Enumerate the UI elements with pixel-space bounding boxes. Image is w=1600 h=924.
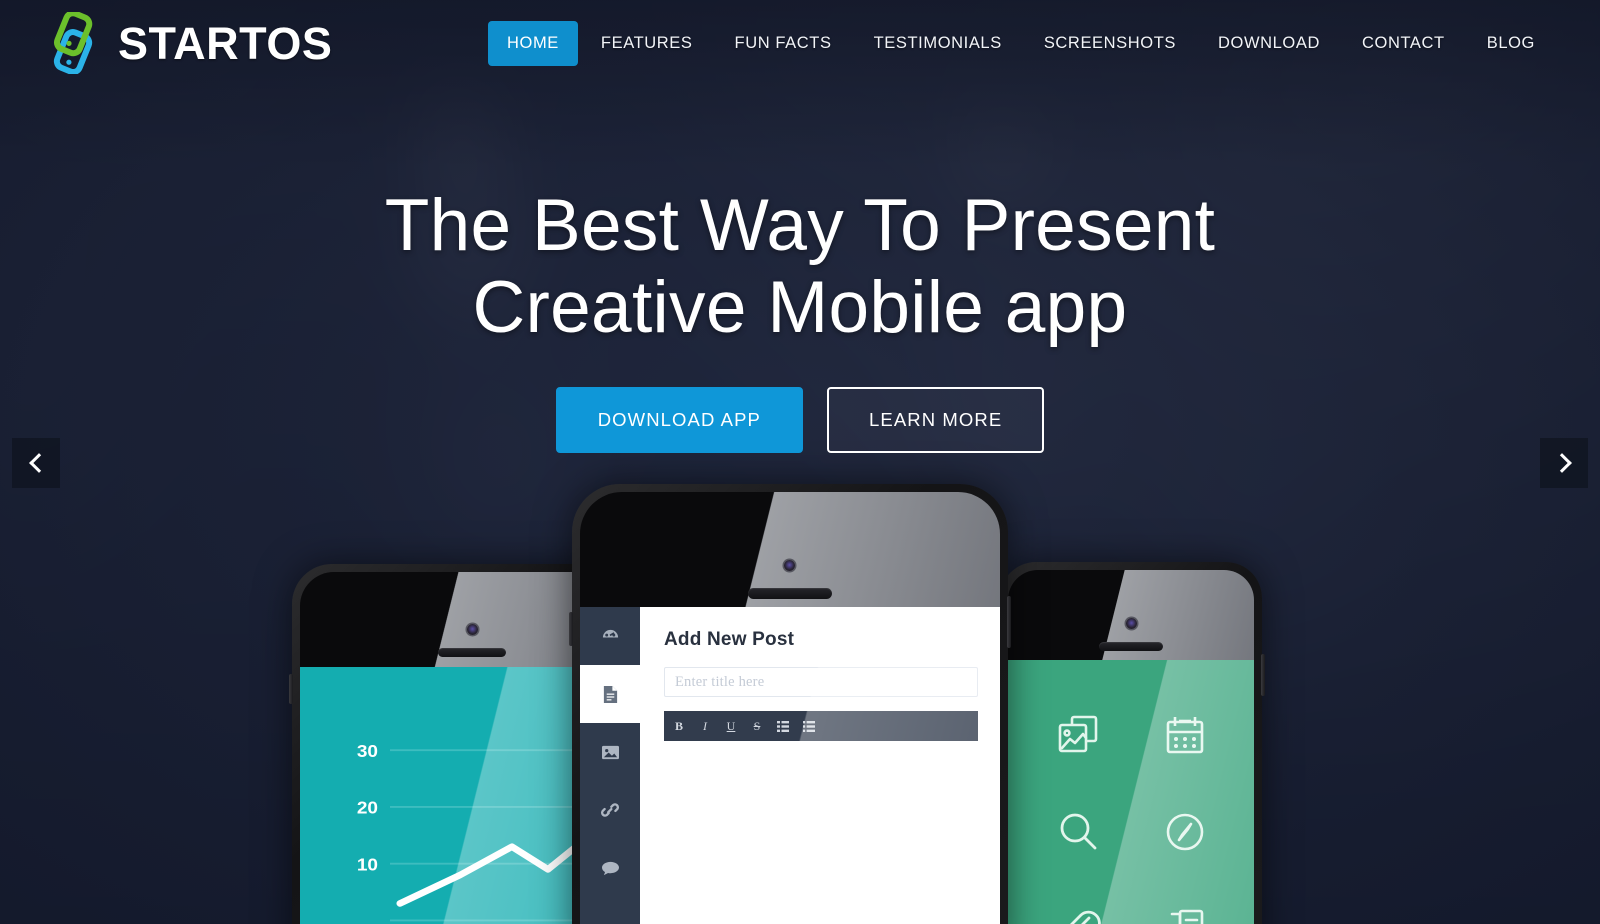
chevron-left-icon	[28, 453, 49, 473]
post-body-editor[interactable]	[664, 741, 978, 881]
chevron-right-icon	[1551, 453, 1572, 473]
hero-content: The Best Way To Present Creative Mobile …	[0, 185, 1600, 453]
unordered-list-tool[interactable]	[770, 711, 796, 741]
phone-volume-button	[569, 612, 573, 646]
nav-item-blog[interactable]: BLOG	[1468, 21, 1554, 66]
document-list-icon[interactable]	[1131, 880, 1238, 924]
phone-body: Add New Post Enter title here B I U S	[569, 484, 1011, 924]
nav-item-testimonials[interactable]: TESTIMONIALS	[855, 21, 1021, 66]
chart-ytick-10: 10	[357, 854, 378, 874]
nav-item-download[interactable]: DOWNLOAD	[1199, 21, 1339, 66]
bold-tool[interactable]: B	[666, 711, 692, 741]
download-app-button[interactable]: DOWNLOAD APP	[555, 386, 803, 453]
carousel-next-button[interactable]	[1540, 438, 1588, 488]
two-phones-logo-icon	[46, 10, 104, 76]
phone-face: Add New Post Enter title here B I U S	[580, 492, 1000, 924]
site-header: STARTOS HOME FEATURES FUN FACTS TESTIMON…	[0, 0, 1600, 86]
phone-mockup-right	[997, 562, 1265, 924]
learn-more-button[interactable]: LEARN MORE	[826, 386, 1045, 453]
brand-logo[interactable]: STARTOS	[46, 10, 333, 76]
comment-icon[interactable]	[580, 839, 640, 897]
phone-speaker-icon	[748, 588, 832, 599]
strikethrough-tool[interactable]: S	[744, 711, 770, 741]
underline-tool[interactable]: U	[718, 711, 744, 741]
nav-item-fun-facts[interactable]: FUN FACTS	[716, 21, 851, 66]
calendar-icon[interactable]	[1131, 686, 1238, 783]
hero-cta-group: DOWNLOAD APP LEARN MORE	[0, 386, 1600, 453]
document-icon[interactable]	[580, 665, 640, 723]
image-icon[interactable]	[580, 723, 640, 781]
hero-section: STARTOS HOME FEATURES FUN FACTS TESTIMON…	[0, 0, 1600, 924]
search-icon[interactable]	[1024, 783, 1131, 880]
photo-gallery-icon[interactable]	[1024, 686, 1131, 783]
brand-name: STARTOS	[118, 17, 333, 69]
hero-phone-mockups: 30 20 10 Add New Post Enter title here B…	[0, 464, 1600, 924]
phone-screen-right	[1008, 660, 1254, 924]
hero-title: The Best Way To Present Creative Mobile …	[0, 185, 1600, 349]
phone-power-button	[1007, 596, 1011, 648]
dashboard-icon[interactable]	[580, 607, 640, 665]
nav-item-screenshots[interactable]: SCREENSHOTS	[1025, 21, 1195, 66]
compass-icon[interactable]	[1131, 783, 1238, 880]
nav-item-home[interactable]: HOME	[488, 20, 578, 66]
cms-sidebar	[580, 607, 640, 924]
nav-item-features[interactable]: FEATURES	[582, 21, 712, 66]
phone-power-button	[1261, 654, 1265, 696]
phone-camera-icon	[1126, 618, 1137, 629]
phone-screen-center: Add New Post Enter title here B I U S	[580, 607, 1000, 924]
cms-main-panel: Add New Post Enter title here B I U S	[640, 607, 1000, 924]
phone-camera-icon	[784, 560, 795, 571]
hero-title-line-2: Creative Mobile app	[472, 266, 1128, 348]
hero-title-line-1: The Best Way To Present	[384, 185, 1216, 266]
main-navigation: HOME FEATURES FUN FACTS TESTIMONIALS SCR…	[488, 20, 1554, 66]
phone-face	[1008, 570, 1254, 924]
nav-item-contact[interactable]: CONTACT	[1343, 21, 1464, 66]
icon-grid-app-screen	[1008, 660, 1254, 924]
phone-volume-button	[289, 674, 293, 704]
post-title-input[interactable]: Enter title here	[664, 667, 978, 697]
paperclip-icon[interactable]	[1024, 880, 1131, 924]
phone-speaker-icon	[1099, 642, 1163, 651]
carousel-prev-button[interactable]	[12, 438, 60, 488]
chart-ytick-20: 20	[357, 797, 378, 817]
editor-toolbar: B I U S	[664, 711, 978, 741]
phone-body	[997, 562, 1265, 924]
link-icon[interactable]	[580, 781, 640, 839]
italic-tool[interactable]: I	[692, 711, 718, 741]
chart-ytick-30: 30	[357, 740, 378, 760]
phone-mockup-center: Add New Post Enter title here B I U S	[569, 484, 1011, 924]
cms-page-title: Add New Post	[664, 629, 795, 650]
phone-camera-icon	[467, 624, 478, 635]
phone-speaker-icon	[438, 648, 506, 657]
cms-app-screen: Add New Post Enter title here B I U S	[580, 607, 1000, 924]
ordered-list-tool[interactable]	[796, 711, 822, 741]
